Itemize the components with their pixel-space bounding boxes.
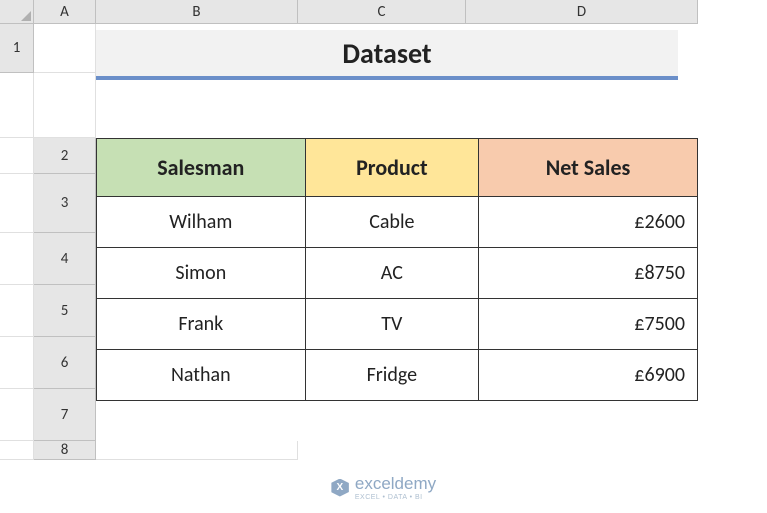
select-all-corner[interactable] [0,0,34,24]
cell-d1[interactable] [0,138,34,174]
col-header-b[interactable]: B [96,0,298,24]
cell-a7[interactable] [0,441,34,460]
watermark-brand: exceldemy [355,474,436,494]
row-header-4[interactable]: 4 [34,233,96,285]
cell-product[interactable]: Cable [305,197,478,248]
cell-a6[interactable] [0,389,34,441]
table-row: Wilham Cable £2600 [97,197,698,248]
cell-a1[interactable] [34,24,96,73]
row-header-8[interactable]: 8 [34,441,96,460]
dataset-title: Dataset [96,30,678,80]
cell-netsales[interactable]: £2600 [479,197,698,248]
watermark-tagline: EXCEL • DATA • BI [355,494,436,501]
col-header-a[interactable]: A [34,0,96,24]
cell-salesman[interactable]: Nathan [97,350,306,401]
col-header-d[interactable]: D [466,0,698,24]
header-netsales[interactable]: Net Sales [479,139,698,197]
exceldemy-icon [331,479,349,497]
cell-product[interactable]: Fridge [305,350,478,401]
table-row: Nathan Fridge £6900 [97,350,698,401]
table-header-row: Salesman Product Net Sales [97,139,698,197]
header-product[interactable]: Product [305,139,478,197]
cell-salesman[interactable]: Frank [97,299,306,350]
header-salesman[interactable]: Salesman [97,139,306,197]
cell-a3[interactable] [0,233,34,285]
watermark: exceldemy EXCEL • DATA • BI [331,474,436,501]
cell-product[interactable]: AC [305,248,478,299]
spreadsheet-grid: A B C D 1 2 Dataset 3 4 Salesman Product… [0,0,767,460]
row-header-6[interactable]: 6 [34,337,96,389]
cell-salesman[interactable]: Wilham [97,197,306,248]
table-row: Simon AC £8750 [97,248,698,299]
cell-netsales[interactable]: £7500 [479,299,698,350]
row-header-3[interactable]: 3 [34,174,96,233]
row-header-2[interactable]: 2 [34,138,96,174]
row-header-5[interactable]: 5 [34,285,96,337]
cell-netsales[interactable]: £8750 [479,248,698,299]
cell-c1[interactable] [34,73,96,138]
cell-a5[interactable] [0,337,34,389]
cell-a4[interactable] [0,285,34,337]
col-header-c[interactable]: C [298,0,466,24]
cell-salesman[interactable]: Simon [97,248,306,299]
row-header-7[interactable]: 7 [34,389,96,441]
cell-b1[interactable] [0,73,34,138]
cell-netsales[interactable]: £6900 [479,350,698,401]
title-area: Dataset [96,24,698,138]
table-row: Frank TV £7500 [97,299,698,350]
row-header-1[interactable]: 1 [0,24,34,73]
cell-a8[interactable] [96,441,298,460]
cell-a2[interactable] [0,174,34,233]
data-table: Salesman Product Net Sales Wilham Cable … [96,138,698,441]
cell-product[interactable]: TV [305,299,478,350]
